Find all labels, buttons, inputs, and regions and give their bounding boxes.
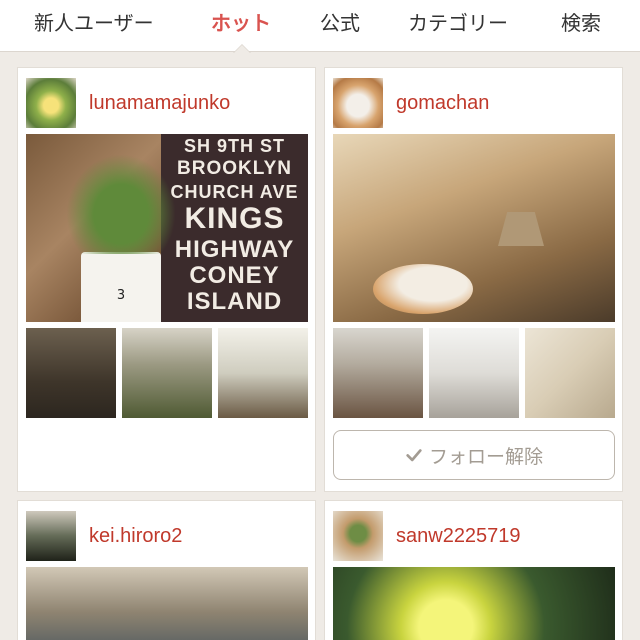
user-avatar[interactable] (333, 78, 383, 128)
cat-figure (373, 264, 473, 314)
plant-leaves (66, 154, 176, 254)
user-avatar[interactable] (333, 511, 383, 561)
post-card-gomachan: gomachan フォロー解除 (324, 67, 623, 492)
category-tab-bar: 新人ユーザー ホット 公式 カテゴリー 検索 (0, 0, 640, 53)
tab-new-users[interactable]: 新人ユーザー (34, 8, 154, 38)
sign-line: ISLAND (186, 288, 283, 315)
post-card-sanw2225719: sanw2225719 (324, 500, 623, 640)
main-photo[interactable] (333, 134, 615, 322)
sign-line: HIGHWAY (174, 236, 295, 263)
sign-line: BROOKLYN (177, 158, 292, 179)
photo-sign: SH 9TH ST BROOKLYN CHURCH AVE KINGS HIGH… (161, 134, 308, 322)
pot-number: 3 (116, 288, 126, 303)
user-avatar[interactable] (26, 78, 76, 128)
post-card-kei-hiroro2: kei.hiroro2 (17, 500, 316, 640)
unfollow-button-label: フォロー解除 (428, 445, 543, 468)
thumbnail-photo[interactable] (525, 328, 615, 418)
username-link[interactable]: lunamamajunko (89, 92, 230, 115)
tab-category[interactable]: カテゴリー (408, 8, 508, 38)
lamp-shade (498, 212, 544, 246)
check-icon (406, 449, 422, 462)
post-card-lunamamajunko: lunamamajunko SH 9TH ST BROOKLYN CHURCH … (17, 67, 316, 492)
username-link[interactable]: kei.hiroro2 (89, 525, 182, 548)
username-link[interactable]: sanw2225719 (396, 525, 521, 548)
active-tab-pointer (233, 44, 251, 53)
sign-line: KINGS (184, 202, 285, 235)
user-avatar[interactable] (26, 511, 76, 561)
sign-line: CONEY (189, 262, 280, 289)
main-photo[interactable] (333, 567, 615, 640)
plant-pot: 3 (81, 252, 161, 322)
thumbnail-photo[interactable] (429, 328, 519, 418)
thumbnail-photo[interactable] (26, 328, 116, 418)
thumbnail-photo[interactable] (218, 328, 308, 418)
sign-line: SH 9TH ST (183, 136, 285, 156)
tab-hot[interactable]: ホット (211, 8, 271, 38)
main-photo[interactable]: SH 9TH ST BROOKLYN CHURCH AVE KINGS HIGH… (26, 134, 308, 322)
username-link[interactable]: gomachan (396, 92, 489, 115)
tab-search[interactable]: 検索 (561, 8, 601, 38)
unfollow-button[interactable]: フォロー解除 (333, 430, 615, 480)
sign-line: CHURCH AVE (170, 182, 299, 202)
main-photo[interactable] (26, 567, 308, 640)
thumbnail-photo[interactable] (122, 328, 212, 418)
tab-official[interactable]: 公式 (320, 8, 360, 38)
thumbnail-photo[interactable] (333, 328, 423, 418)
